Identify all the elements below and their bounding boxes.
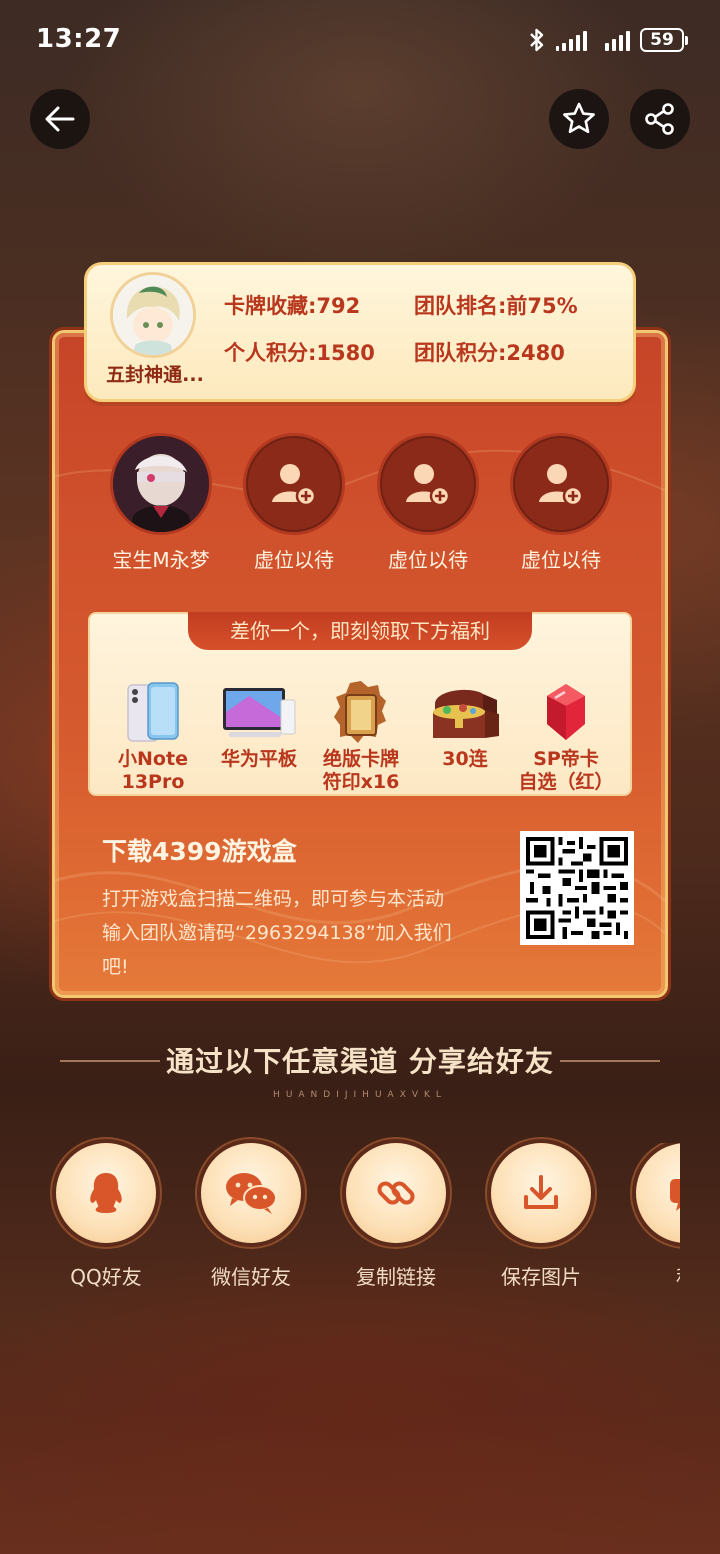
team-member-empty-2[interactable]: 虚位以待 [363, 436, 493, 573]
member-name: 虚位以待 [388, 548, 468, 572]
status-bar: 13:27 59 [0, 0, 720, 80]
member-name: 宝生M永梦 [112, 548, 210, 572]
status-icons: 59 [528, 26, 688, 54]
share-label: 保存图片 [501, 1265, 581, 1289]
reward-label: 30连 [442, 748, 488, 770]
phone-icon [113, 676, 193, 748]
tablet-icon [219, 676, 299, 748]
bluetooth-icon [530, 28, 544, 52]
qr-code [520, 831, 634, 945]
instruction-line: 输入团队邀请码“2963294138”加入我们 [102, 922, 452, 944]
user-avatar[interactable] [110, 272, 196, 358]
save-image-circle [491, 1143, 591, 1243]
reward-phone: 小Note 13Pro [98, 676, 208, 794]
share-label: QQ好友 [70, 1265, 142, 1289]
arrow-left-icon [45, 106, 75, 132]
back-button[interactable] [30, 89, 90, 149]
card-seal-icon [321, 676, 401, 748]
download-title: 下载4399游戏盒 [102, 837, 297, 866]
reward-label: 13Pro [121, 771, 185, 793]
share-scroll-clip: 私 [626, 1143, 680, 1303]
username: 五封神通... [106, 364, 204, 386]
save-image-button[interactable]: 保存图片 [481, 1143, 601, 1290]
add-user-icon [406, 464, 451, 507]
battery-level: 59 [650, 30, 674, 50]
share-wechat-button[interactable]: 微信好友 [191, 1143, 311, 1290]
share-message-button[interactable]: 私 [626, 1143, 680, 1290]
wechat-icon [226, 1173, 277, 1214]
reward-label: 自选（红） [518, 771, 614, 793]
instruction-line: 吧! [102, 956, 129, 978]
share-button[interactable] [630, 89, 690, 149]
personal-points-stat: 个人积分:1580 [224, 341, 375, 365]
share-qq-circle [56, 1143, 156, 1243]
team-points-stat: 团队积分:2480 [414, 341, 565, 365]
reward-label: 小Note [118, 748, 188, 770]
reward-card-seal: 绝版卡牌 符印x16 [306, 676, 416, 794]
cellular-signal-icon [556, 29, 587, 51]
add-user-icon [272, 464, 317, 507]
reward-tablet: 华为平板 [204, 676, 314, 771]
link-icon [377, 1181, 415, 1205]
message-icon [670, 1179, 680, 1211]
treasure-chest-icon [425, 676, 505, 748]
download-instructions: 打开游戏盒扫描二维码，即可参与本活动 输入团队邀请码“2963294138”加入… [102, 882, 492, 984]
reward-chest: 30连 [410, 676, 520, 771]
card-collection-stat: 卡牌收藏:792 [224, 294, 361, 318]
ruby-icon [526, 676, 606, 748]
share-subtitle: HUANDIJIHUAXVKL [273, 1090, 447, 1100]
copy-link-button[interactable]: 复制链接 [336, 1143, 456, 1290]
reward-sp-card: SP帝卡 自选（红） [510, 676, 622, 794]
copy-link-circle [346, 1143, 446, 1243]
instruction-line: 打开游戏盒扫描二维码，即可参与本活动 [102, 888, 445, 910]
share-qq-button[interactable]: QQ好友 [46, 1143, 166, 1290]
star-icon [563, 102, 595, 134]
add-user-icon [539, 464, 584, 507]
qr-code-image [526, 837, 628, 939]
member-name: 虚位以待 [254, 548, 334, 572]
download-icon [524, 1175, 558, 1209]
team-member-empty-3[interactable]: 虚位以待 [496, 436, 626, 573]
share-label: 微信好友 [211, 1265, 291, 1289]
member-avatar [113, 436, 209, 532]
share-icon [645, 103, 674, 135]
share-label: 复制链接 [356, 1265, 436, 1289]
avatar-image [113, 275, 193, 355]
reward-label: SP帝卡 [533, 748, 599, 770]
status-time: 13:27 [36, 24, 122, 54]
share-label: 私 [626, 1261, 680, 1290]
member-name: 虚位以待 [521, 548, 601, 572]
share-message-circle [636, 1143, 680, 1243]
favorite-button[interactable] [549, 89, 609, 149]
member-avatar-image [113, 436, 209, 532]
reward-label: 绝版卡牌 [322, 748, 399, 770]
share-wechat-circle [201, 1143, 301, 1243]
invite-slot [513, 436, 609, 532]
qq-icon [90, 1173, 122, 1213]
battery-icon: 59 [640, 28, 688, 52]
team-rank-stat: 团队排名:前75% [414, 294, 578, 318]
rewards-banner: 差你一个，即刻领取下方福利 [188, 612, 532, 650]
cellular-signal-2-icon [605, 29, 630, 51]
team-member-empty-1[interactable]: 虚位以待 [229, 436, 359, 573]
invite-slot [246, 436, 342, 532]
background-glow [0, 1320, 720, 1554]
reward-label: 华为平板 [220, 748, 297, 770]
reward-label: 符印x16 [322, 771, 400, 793]
share-title: 通过以下任意渠道 分享给好友 [166, 1045, 554, 1078]
team-member-1[interactable]: 宝生M永梦 [96, 436, 226, 573]
invite-slot [380, 436, 476, 532]
